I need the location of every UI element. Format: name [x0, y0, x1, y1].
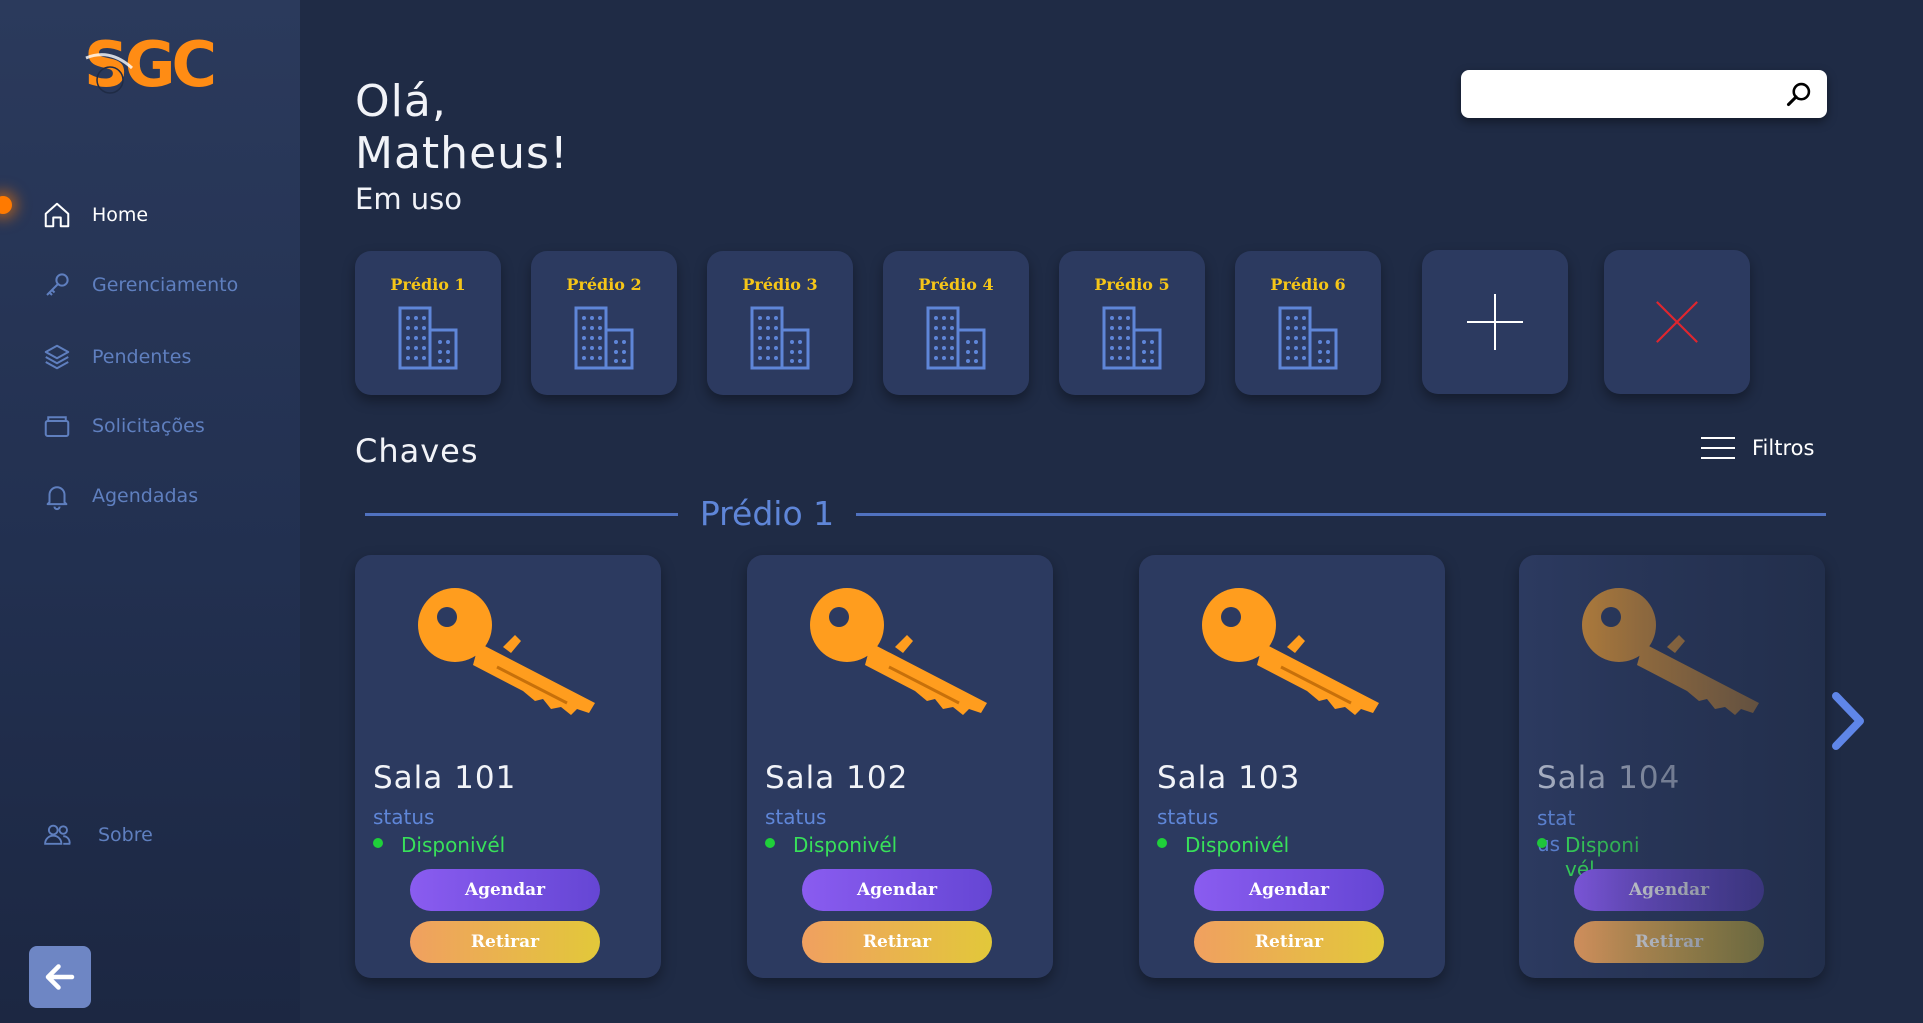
- building-card-4[interactable]: Prédio 4: [883, 251, 1029, 395]
- schedule-button[interactable]: Agendar: [1574, 869, 1764, 911]
- key-card: Sala 103 status Disponivél Agendar Retir…: [1139, 555, 1445, 978]
- close-icon: [1656, 301, 1698, 343]
- greeting-user-name: Matheus!: [355, 128, 569, 179]
- remove-building-button[interactable]: [1604, 250, 1750, 394]
- key-card: Sala 101 status Disponivél Agendar Retir…: [355, 555, 661, 978]
- back-button[interactable]: [29, 946, 91, 1008]
- greeting-line-1: Olá,: [355, 76, 447, 127]
- sidebar-item-label: Gerenciamento: [92, 274, 239, 296]
- withdraw-button[interactable]: Retirar: [1574, 921, 1764, 963]
- building-card-3[interactable]: Prédio 3: [707, 251, 853, 395]
- building-card-2[interactable]: Prédio 2: [531, 251, 677, 395]
- search-icon[interactable]: [1785, 80, 1813, 108]
- building-icon: [926, 306, 986, 370]
- sidebar-item-pendentes[interactable]: Pendentes: [42, 342, 191, 372]
- building-card-6[interactable]: Prédio 6: [1235, 251, 1381, 395]
- building-icon: [1278, 306, 1338, 370]
- active-indicator: [0, 196, 12, 214]
- in-use-heading: Em uso: [355, 182, 463, 216]
- building-card-1[interactable]: Prédio 1: [355, 251, 501, 395]
- building-icon: [750, 306, 810, 370]
- status-indicator: [1157, 838, 1167, 848]
- key-icon: [418, 588, 595, 715]
- arrow-left-icon: [45, 964, 75, 990]
- schedule-button[interactable]: Agendar: [802, 869, 992, 911]
- building-label: Prédio 6: [1270, 275, 1346, 294]
- status-value: Disponivél: [1185, 833, 1290, 857]
- withdraw-button[interactable]: Retirar: [410, 921, 600, 963]
- withdraw-button[interactable]: Retirar: [802, 921, 992, 963]
- keys-heading: Chaves: [355, 432, 479, 470]
- divider: [856, 513, 1826, 516]
- sidebar-item-sobre[interactable]: Sobre: [42, 820, 153, 850]
- building-icon: [398, 306, 458, 370]
- status-indicator: [1537, 838, 1547, 848]
- users-icon: [44, 824, 71, 845]
- room-name: Sala 104: [1537, 760, 1681, 796]
- schedule-button[interactable]: Agendar: [410, 869, 600, 911]
- building-group-label: Prédio 1: [699, 494, 835, 533]
- sidebar-item-label: Pendentes: [92, 346, 192, 368]
- sidebar-item-label: Solicitações: [92, 415, 205, 437]
- room-name: Sala 103: [1157, 760, 1301, 796]
- home-icon: [44, 202, 70, 228]
- search-bar[interactable]: [1461, 70, 1827, 118]
- layers-icon: [44, 344, 70, 370]
- withdraw-button[interactable]: Retirar: [1194, 921, 1384, 963]
- sidebar-item-label: Sobre: [98, 824, 153, 846]
- sidebar-item-label: Home: [92, 204, 149, 226]
- filters-label: Filtros: [1752, 436, 1815, 460]
- key-icon: [1202, 588, 1379, 715]
- sidebar-item-home[interactable]: Home: [42, 200, 148, 230]
- bell-icon: [46, 486, 68, 511]
- building-icon: [574, 306, 634, 370]
- room-name: Sala 102: [765, 760, 909, 796]
- chevron-right-icon[interactable]: [1828, 690, 1868, 752]
- key-icon: [1582, 588, 1759, 715]
- status-label: status: [1157, 805, 1219, 829]
- schedule-button[interactable]: Agendar: [1194, 869, 1384, 911]
- sidebar-item-label: Agendadas: [92, 485, 199, 507]
- logo-text: SGC: [84, 28, 214, 96]
- sidebar-item-solicitacoes[interactable]: Solicitações: [42, 411, 205, 441]
- status-indicator: [373, 838, 383, 848]
- sidebar-item-gerenciamento[interactable]: Gerenciamento: [42, 270, 238, 300]
- status-value: Disponivél: [401, 833, 506, 857]
- key-card: Sala 104 status Disponivél Agendar Retir…: [1519, 555, 1825, 978]
- building-label: Prédio 3: [742, 275, 818, 294]
- status-label: status: [373, 805, 435, 829]
- building-icon: [1102, 306, 1162, 370]
- search-input[interactable]: [1475, 70, 1779, 116]
- building-card-5[interactable]: Prédio 5: [1059, 251, 1205, 395]
- greeting: Olá, Matheus!: [355, 76, 569, 180]
- plus-icon: [1467, 294, 1523, 350]
- key-card: Sala 102 status Disponivél Agendar Retir…: [747, 555, 1053, 978]
- folder-icon: [44, 416, 70, 437]
- building-label: Prédio 4: [918, 275, 994, 294]
- status-label: status: [765, 805, 827, 829]
- filters-button[interactable]: Filtros: [1700, 436, 1814, 460]
- room-name: Sala 101: [373, 760, 517, 796]
- sgc-logo[interactable]: SGC: [80, 28, 218, 101]
- building-label: Prédio 1: [390, 275, 466, 294]
- sidebar: SGC Home Gerenciamento Pendentes Solicit…: [0, 0, 300, 1023]
- status-indicator: [765, 838, 775, 848]
- sidebar-item-agendadas[interactable]: Agendadas: [42, 481, 198, 511]
- add-building-button[interactable]: [1422, 250, 1568, 394]
- key-icon: [46, 273, 69, 296]
- building-label: Prédio 2: [566, 275, 642, 294]
- building-label: Prédio 5: [1094, 275, 1170, 294]
- key-icon: [810, 588, 987, 715]
- menu-icon: [1701, 437, 1735, 459]
- divider: [365, 513, 678, 516]
- status-value: Disponivél: [793, 833, 898, 857]
